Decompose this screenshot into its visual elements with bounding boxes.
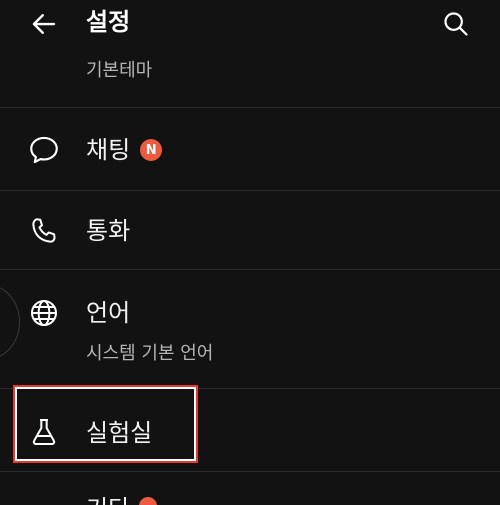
labs-label: 실험실 bbox=[86, 419, 153, 447]
call-icon-wrap bbox=[26, 213, 62, 249]
speech-bubble-icon bbox=[30, 136, 58, 164]
search-button[interactable] bbox=[436, 6, 476, 42]
settings-item-other[interactable]: 기타 bbox=[0, 472, 500, 505]
settings-item-theme[interactable]: 기본테마 bbox=[0, 48, 500, 96]
chat-label: 채팅 bbox=[86, 136, 131, 164]
chat-label-row: 채팅 N bbox=[86, 135, 163, 165]
settings-item-labs[interactable]: 실험실 bbox=[0, 389, 500, 471]
flask-icon bbox=[32, 419, 56, 445]
new-badge: N bbox=[140, 139, 163, 161]
language-label: 언어 bbox=[86, 299, 131, 327]
other-label: 기타 bbox=[86, 494, 130, 505]
phone-icon bbox=[32, 218, 56, 243]
settings-item-language[interactable]: 언어 시스템 기본 언어 bbox=[0, 270, 500, 388]
chat-icon-wrap bbox=[26, 132, 62, 168]
back-button[interactable] bbox=[24, 6, 64, 42]
settings-item-chat[interactable]: 채팅 N bbox=[0, 108, 500, 190]
theme-subtitle: 기본테마 bbox=[86, 60, 153, 81]
labs-icon-wrap bbox=[26, 414, 62, 450]
top-app-bar: 설정 bbox=[0, 0, 500, 48]
call-label: 통화 bbox=[86, 217, 131, 245]
arrow-left-icon bbox=[32, 14, 56, 34]
settings-item-call[interactable]: 통화 bbox=[0, 191, 500, 269]
language-subtitle: 시스템 기본 언어 bbox=[86, 343, 214, 364]
globe-icon bbox=[31, 300, 57, 326]
page-title: 설정 bbox=[86, 8, 131, 36]
settings-screen: 설정 기본테마 채팅 N 통화 언어 시스템 기본 언어 실험실 bbox=[0, 0, 500, 505]
language-icon-wrap bbox=[26, 295, 62, 331]
search-icon bbox=[444, 12, 468, 36]
